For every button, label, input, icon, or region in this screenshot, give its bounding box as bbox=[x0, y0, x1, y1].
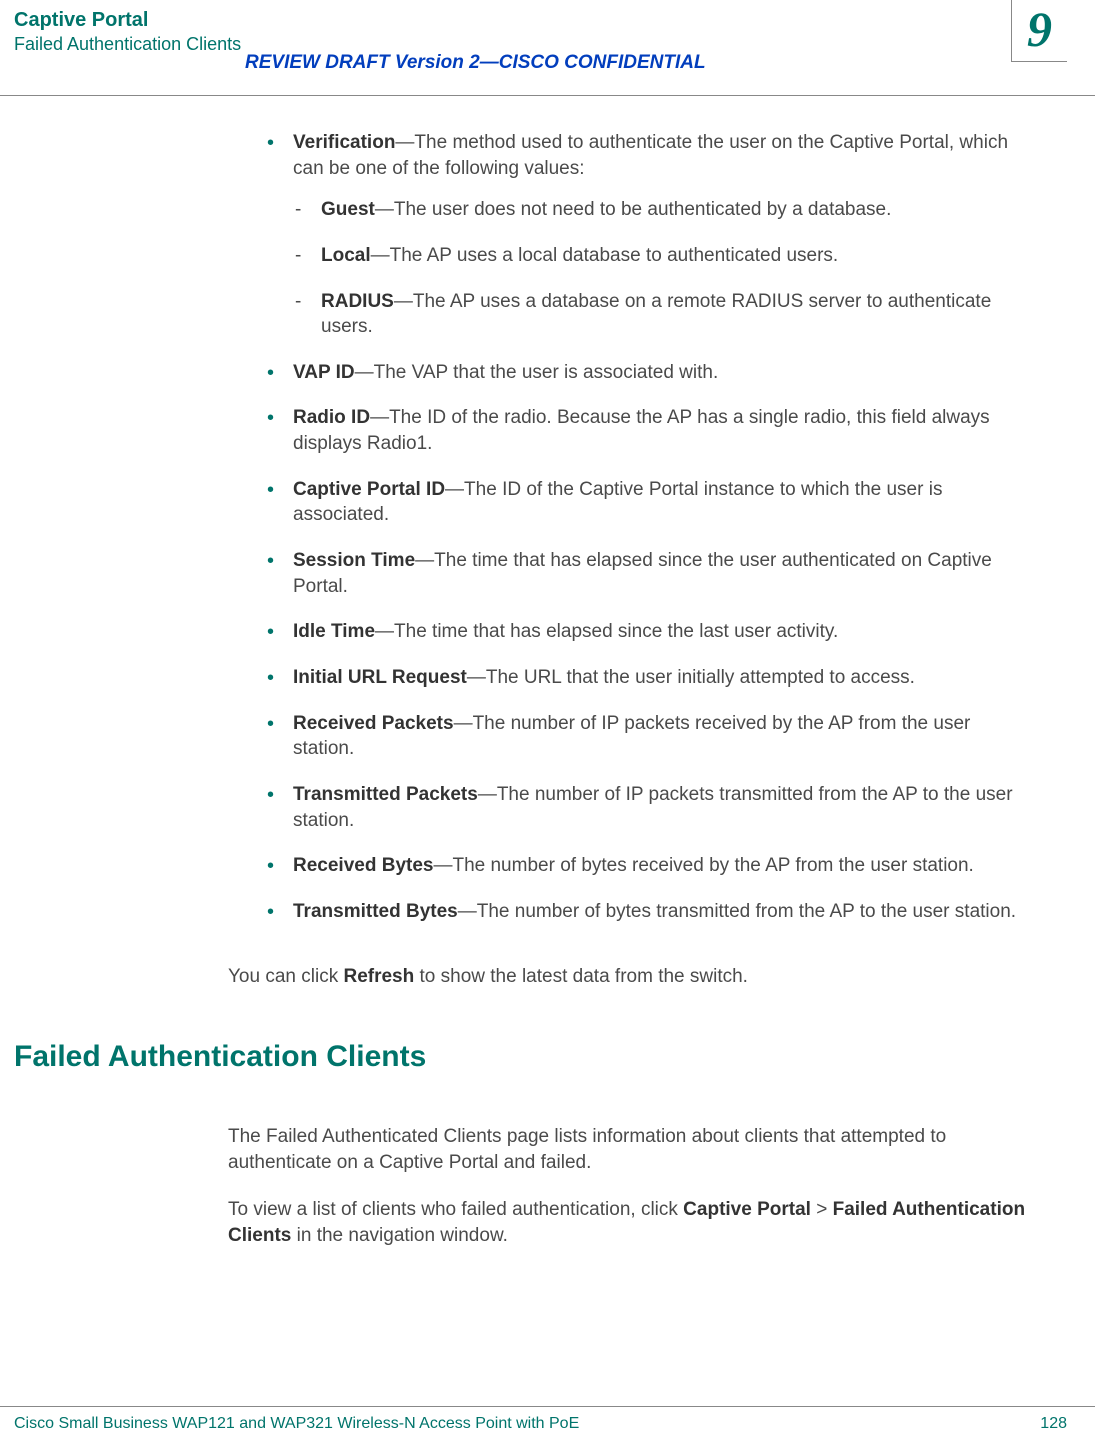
list-item-vapid: VAP ID—The VAP that the user is associat… bbox=[265, 360, 1035, 386]
desc: —The URL that the user initially attempt… bbox=[467, 667, 915, 688]
chapter-number: 9 bbox=[1012, 0, 1067, 58]
header-subtitle: Failed Authentication Clients bbox=[14, 32, 241, 57]
review-draft-label: REVIEW DRAFT Version 2—CISCO CONFIDENTIA… bbox=[245, 52, 706, 74]
header-title: Captive Portal bbox=[14, 8, 241, 32]
refresh-paragraph: You can click Refresh to show the latest… bbox=[0, 944, 1095, 990]
list-item-idle: Idle Time—The time that has elapsed sinc… bbox=[265, 619, 1035, 645]
page-header: Captive Portal Failed Authentication Cli… bbox=[0, 0, 1095, 100]
term: Guest bbox=[321, 199, 375, 220]
list-item-radius: RADIUS—The AP uses a database on a remot… bbox=[293, 289, 1035, 340]
refresh-bold: Refresh bbox=[343, 966, 414, 987]
term: Transmitted Bytes bbox=[293, 901, 458, 922]
desc: —The VAP that the user is associated wit… bbox=[355, 362, 719, 383]
term: Local bbox=[321, 245, 371, 266]
desc: —The AP uses a local database to authent… bbox=[371, 245, 839, 266]
refresh-pre: You can click bbox=[228, 966, 343, 987]
term: Initial URL Request bbox=[293, 667, 467, 688]
p2-pre: To view a list of clients who failed aut… bbox=[228, 1199, 683, 1220]
term: Verification bbox=[293, 132, 395, 153]
list-item-url: Initial URL Request—The URL that the use… bbox=[265, 665, 1035, 691]
list-item-guest: Guest—The user does not need to be authe… bbox=[293, 197, 1035, 223]
list-item-radioid: Radio ID—The ID of the radio. Because th… bbox=[265, 405, 1035, 456]
list-item-local: Local—The AP uses a local database to au… bbox=[293, 243, 1035, 269]
section-para-2: To view a list of clients who failed aut… bbox=[228, 1197, 1035, 1248]
term: Received Bytes bbox=[293, 855, 433, 876]
field-list: Verification—The method used to authenti… bbox=[265, 130, 1035, 924]
desc: —The number of bytes received by the AP … bbox=[433, 855, 973, 876]
p2-post: in the navigation window. bbox=[291, 1225, 508, 1246]
header-left: Captive Portal Failed Authentication Cli… bbox=[14, 8, 241, 57]
term: RADIUS bbox=[321, 291, 394, 312]
chapter-number-box: 9 bbox=[1011, 0, 1067, 62]
sublist-verification: Guest—The user does not need to be authe… bbox=[293, 197, 1035, 340]
desc: —The user does not need to be authentica… bbox=[375, 199, 892, 220]
section-body: The Failed Authenticated Clients page li… bbox=[0, 1104, 1095, 1249]
desc: —The number of bytes transmitted from th… bbox=[458, 901, 1016, 922]
term: Idle Time bbox=[293, 621, 375, 642]
list-item-session: Session Time—The time that has elapsed s… bbox=[265, 548, 1035, 599]
list-item-rbytes: Received Bytes—The number of bytes recei… bbox=[265, 853, 1035, 879]
refresh-post: to show the latest data from the switch. bbox=[414, 966, 748, 987]
list-item-tpkts: Transmitted Packets—The number of IP pac… bbox=[265, 782, 1035, 833]
footer-left: Cisco Small Business WAP121 and WAP321 W… bbox=[14, 1407, 579, 1433]
term: VAP ID bbox=[293, 362, 355, 383]
term: Radio ID bbox=[293, 407, 370, 428]
section-heading: Failed Authentication Clients bbox=[0, 1040, 1095, 1074]
page-footer: Cisco Small Business WAP121 and WAP321 W… bbox=[0, 1406, 1095, 1433]
section-para-1: The Failed Authenticated Clients page li… bbox=[228, 1124, 1035, 1175]
list-item-tbytes: Transmitted Bytes—The number of bytes tr… bbox=[265, 899, 1035, 925]
desc: —The method used to authenticate the use… bbox=[293, 132, 1008, 179]
term: Session Time bbox=[293, 550, 415, 571]
desc: —The ID of the radio. Because the AP has… bbox=[293, 407, 990, 454]
list-item-rpkts: Received Packets—The number of IP packet… bbox=[265, 711, 1035, 762]
term: Captive Portal ID bbox=[293, 479, 445, 500]
p2-b1: Captive Portal bbox=[683, 1199, 811, 1220]
list-item-cpid: Captive Portal ID—The ID of the Captive … bbox=[265, 477, 1035, 528]
header-rule bbox=[0, 95, 1095, 96]
body-content: Verification—The method used to authenti… bbox=[0, 100, 1095, 924]
desc: —The time that has elapsed since the las… bbox=[375, 621, 838, 642]
desc: —The AP uses a database on a remote RADI… bbox=[321, 291, 991, 338]
term: Received Packets bbox=[293, 713, 454, 734]
footer-page-number: 128 bbox=[1040, 1407, 1067, 1433]
term: Transmitted Packets bbox=[293, 784, 478, 805]
p2-mid: > bbox=[811, 1199, 833, 1220]
list-item-verification: Verification—The method used to authenti… bbox=[265, 130, 1035, 340]
refresh-text: You can click Refresh to show the latest… bbox=[228, 964, 1035, 990]
